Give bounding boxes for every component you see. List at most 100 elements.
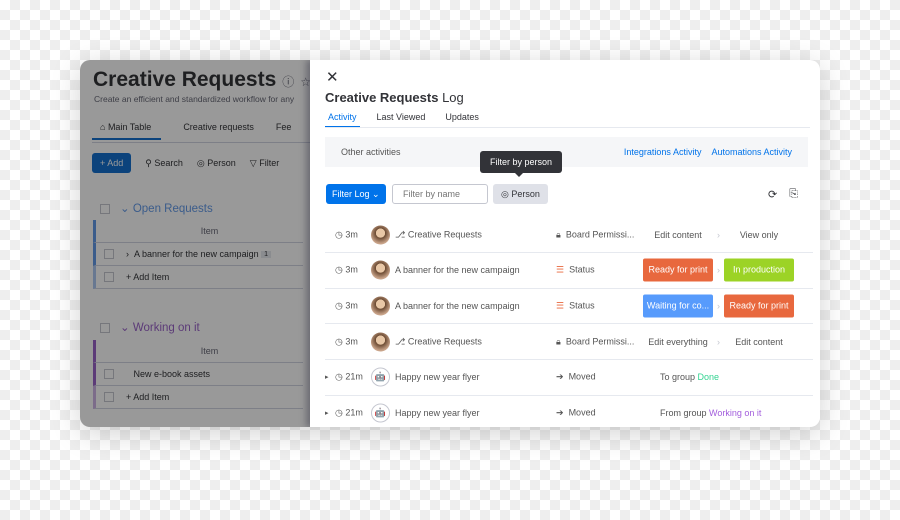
tab-fee[interactable]: Fee <box>276 122 292 140</box>
avatar <box>371 225 390 244</box>
time-ago: ◷ 21m <box>335 372 363 383</box>
expand-icon[interactable]: ▸ <box>325 373 329 381</box>
board-icon: ⎇ <box>395 336 408 347</box>
other-activities-bar: Other activities Integrations Activity A… <box>325 137 808 167</box>
log-row[interactable]: ◷ 3m ⎇ Creative Requests 🔒︎ Board Permissi… <box>325 217 813 253</box>
add-button[interactable]: + Add <box>92 153 132 173</box>
log-row[interactable]: ◷ 3m A banner for the new campaign ☰ Statu… <box>325 253 813 289</box>
log-suffix: Log <box>442 90 464 105</box>
avatar <box>371 260 390 280</box>
log-target: Happy new year flyer <box>395 372 480 382</box>
group-working-on-it[interactable]: ⌄ Working on it <box>100 320 200 334</box>
column-text: Status <box>569 264 595 275</box>
column-text: Moved <box>568 407 596 418</box>
search-label: Search <box>154 157 183 168</box>
table-row[interactable]: › A banner for the new campaign 1 <box>93 243 303 266</box>
time-ago: ◷ 21m <box>335 408 363 419</box>
checkbox[interactable] <box>104 369 114 379</box>
to-status: In production <box>724 258 794 282</box>
filter-label: Filter <box>259 157 280 168</box>
checkbox[interactable] <box>104 249 114 259</box>
moved-icon: ➔ <box>556 371 564 382</box>
person-filter-button[interactable]: ◎ Person <box>493 184 548 204</box>
add-item-row[interactable]: + Add Item <box>93 266 303 289</box>
time-ago: ◷ 3m <box>335 336 358 347</box>
log-target: ⎇ Creative Requests <box>395 229 482 240</box>
log-row[interactable]: ▸ ◷ 21m 🤖 Happy new year flyer ➔ Moved From g… <box>325 396 813 428</box>
person-icon: ◎ <box>501 188 512 199</box>
divider <box>325 127 810 128</box>
target-text: A banner for the new campaign <box>395 300 520 311</box>
from-value: Edit everything <box>648 336 708 347</box>
column-header: Item <box>93 220 303 243</box>
time-text: 21m <box>345 407 363 418</box>
group-open-requests[interactable]: ⌄ Open Requests <box>100 201 213 215</box>
table-row[interactable]: New e-book assets <box>93 363 303 386</box>
checkbox <box>104 392 114 402</box>
board-panel[interactable]: Creative Requests ⓘ ☆ Create an efficient … <box>80 60 310 427</box>
tab-last-viewed[interactable]: Last Viewed <box>374 112 429 128</box>
refresh-icon[interactable]: ⟳ <box>768 188 777 201</box>
target-text: Creative Requests <box>407 229 482 239</box>
tab-main-table[interactable]: ⌂ Main Table <box>92 122 162 140</box>
log-column: 🔒︎ Board Permissi... <box>556 229 634 240</box>
log-row[interactable]: ▸ ◷ 21m 🤖 Happy new year flyer ➔ Moved To gro… <box>325 360 813 396</box>
log-column: 🔒︎ Board Permissi... <box>556 336 634 347</box>
integrations-activity-link[interactable]: Integrations Activity <box>624 147 702 157</box>
time-ago: ◷ 3m <box>335 229 358 240</box>
time-ago: ◷ 3m <box>335 265 358 276</box>
automations-activity-link[interactable]: Automations Activity <box>711 147 792 157</box>
filter-by-name-input[interactable] <box>392 184 488 204</box>
arrow-icon: › <box>717 300 720 311</box>
add-item-row[interactable]: + Add Item <box>93 386 303 409</box>
to-value: View only <box>739 229 779 240</box>
search-button[interactable]: ⚲ Search <box>145 158 183 169</box>
chevron-down-icon: ⌄ <box>372 188 380 199</box>
log-change: To group Done <box>660 372 719 382</box>
info-icon[interactable]: ⓘ <box>282 75 294 89</box>
target-text: Creative Requests <box>407 336 482 347</box>
tab-activity[interactable]: Activity <box>325 112 360 128</box>
filter-button[interactable]: ▽ Filter <box>250 158 279 169</box>
add-item[interactable]: + Add Item <box>126 392 169 402</box>
subitem-count: 1 <box>261 250 272 258</box>
filter-log-button[interactable]: Filter Log ⌄ <box>326 184 386 204</box>
tab-updates[interactable]: Updates <box>442 112 482 128</box>
target-text: A banner for the new campaign <box>395 265 520 276</box>
from-status: Ready for print <box>643 258 713 282</box>
person-label: Person <box>511 189 540 199</box>
expand-icon[interactable]: ▸ <box>325 409 329 417</box>
log-title: Creative Requests Log <box>325 90 464 105</box>
activity-log-panel: ✕ Creative Requests Log Activity Last Vi… <box>310 60 820 427</box>
add-item[interactable]: + Add Item <box>126 272 169 282</box>
clock-icon: ◷ <box>335 371 343 382</box>
log-row[interactable]: ◷ 3m A banner for the new campaign ☰ Statu… <box>325 288 813 325</box>
board-icon: ⎇ <box>395 229 408 239</box>
other-activities-label: Other activities <box>341 147 401 157</box>
export-icon[interactable]: ⎘ <box>789 188 798 201</box>
group-name: Working on it <box>132 322 200 334</box>
group-name: Done <box>697 372 720 383</box>
automation-avatar: 🤖 <box>371 367 390 387</box>
moved-icon: ➔ <box>556 407 564 418</box>
column-text: Status <box>569 300 595 311</box>
log-board-name: Creative Requests <box>325 90 439 105</box>
column-text: Board Permissi... <box>565 229 635 239</box>
board-title-text: Creative Requests <box>93 68 277 91</box>
column-header: Item <box>93 340 303 363</box>
log-row[interactable]: ◷ 3m ⎇ Creative Requests 🔒︎ Board Permissi… <box>325 324 813 361</box>
star-icon[interactable]: ☆ <box>300 75 310 89</box>
log-target: ⎇ Creative Requests <box>395 336 482 347</box>
checkbox[interactable] <box>100 203 110 214</box>
column-text: Moved <box>568 371 596 382</box>
checkbox[interactable] <box>100 322 110 333</box>
person-button[interactable]: ◎ Person <box>197 158 236 169</box>
tooltip: Filter by person <box>480 151 563 177</box>
target-text: Happy new year flyer <box>395 408 480 418</box>
time-text: 21m <box>345 371 363 382</box>
status-icon: ☰ <box>556 264 565 275</box>
from-status: Waiting for co... <box>643 294 713 318</box>
close-icon[interactable]: ✕ <box>326 68 339 86</box>
tab-creative-requests[interactable]: Creative requests <box>183 122 254 140</box>
lock-icon: 🔒︎ <box>556 336 561 347</box>
